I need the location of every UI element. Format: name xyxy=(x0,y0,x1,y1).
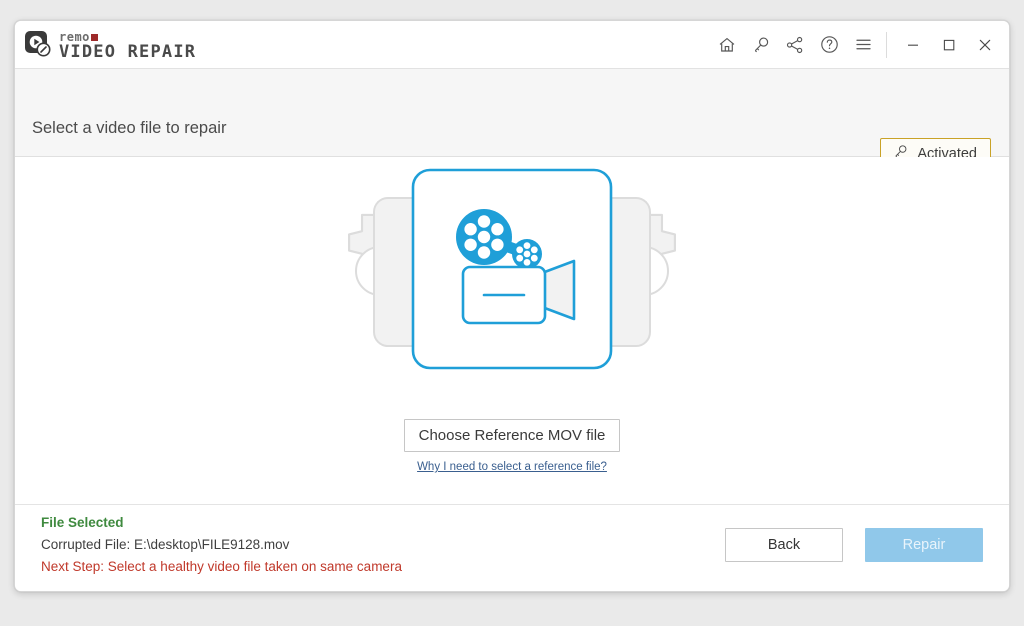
title-bar-divider xyxy=(886,31,887,58)
menu-icon[interactable] xyxy=(846,28,880,62)
sub-header: Select a video file to repair Activated xyxy=(15,69,1009,170)
key-icon[interactable] xyxy=(744,28,778,62)
footer: File Selected Corrupted File: E:\desktop… xyxy=(15,505,1009,591)
maximize-button[interactable] xyxy=(931,28,967,62)
back-button[interactable]: Back xyxy=(725,528,843,562)
corrupted-file-path: Corrupted File: E:\desktop\FILE9128.mov xyxy=(41,537,290,552)
next-step-message: Next Step: Select a healthy video file t… xyxy=(41,559,402,574)
reference-help-link[interactable]: Why I need to select a reference file? xyxy=(417,461,607,473)
camera-body-icon xyxy=(461,259,576,325)
title-bar: remo VIDEO REPAIR xyxy=(15,21,1009,69)
home-icon[interactable] xyxy=(710,28,744,62)
footer-buttons: Back Repair xyxy=(725,528,983,562)
status-badge: File Selected xyxy=(41,515,124,530)
video-repair-illustration xyxy=(312,166,712,381)
choose-reference-file-button[interactable]: Choose Reference MOV file xyxy=(404,419,620,452)
page-title: Select a video file to repair xyxy=(32,119,227,137)
logo-red-dot xyxy=(90,33,98,41)
logo-brand-main: VIDEO REPAIR xyxy=(59,41,197,62)
app-logo: remo VIDEO REPAIR xyxy=(24,30,196,60)
main-stage: Choose Reference MOV file Why I need to … xyxy=(15,157,1009,505)
remo-logo-icon xyxy=(24,30,53,59)
close-button[interactable] xyxy=(967,28,1003,62)
repair-button[interactable]: Repair xyxy=(865,528,983,562)
minimize-button[interactable] xyxy=(895,28,931,62)
share-icon[interactable] xyxy=(778,28,812,62)
status-block: File Selected Corrupted File: E:\desktop… xyxy=(41,515,402,574)
title-bar-actions xyxy=(710,21,1009,68)
logo-wordmark: remo VIDEO REPAIR xyxy=(59,31,196,61)
logo-brand-small: remo xyxy=(59,29,90,44)
app-window: remo VIDEO REPAIR Select a video file to… xyxy=(14,20,1010,592)
help-icon[interactable] xyxy=(812,28,846,62)
